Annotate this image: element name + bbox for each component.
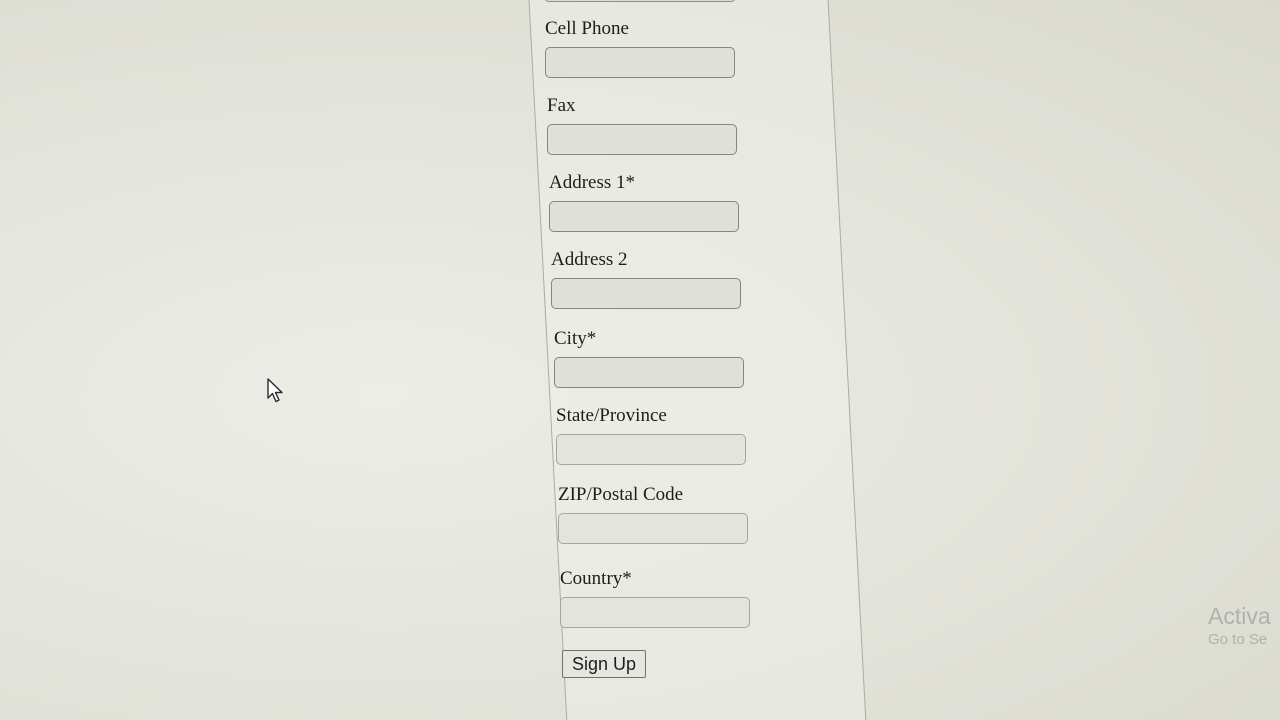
country-field: Country* (560, 568, 750, 628)
fax-input[interactable] (547, 124, 737, 155)
cell-phone-label: Cell Phone (545, 18, 629, 39)
address-1-label: Address 1* (549, 172, 636, 193)
city-input[interactable] (554, 357, 744, 388)
address-2-label: Address 2 (551, 249, 628, 270)
city-field: City* (554, 328, 744, 388)
zip-postal-code-field: ZIP/Postal Code (558, 484, 748, 544)
address-1-input[interactable] (549, 201, 739, 232)
zip-postal-code-label: ZIP/Postal Code (558, 484, 684, 505)
activate-windows-watermark: Activa Go to Se (1208, 602, 1271, 650)
address-2-input[interactable] (551, 278, 741, 309)
country-label: Country* (560, 568, 632, 589)
fax-label: Fax (547, 95, 576, 116)
address-1-field: Address 1* (549, 172, 739, 232)
previous-field-input-edge[interactable] (544, 0, 736, 2)
city-label: City* (554, 328, 597, 349)
sign-up-button[interactable]: Sign Up (562, 650, 647, 678)
country-input[interactable] (560, 597, 750, 628)
watermark-title: Activa (1208, 603, 1271, 629)
watermark-subtitle: Go to Se (1208, 631, 1268, 648)
state-province-field: State/Province (556, 405, 746, 465)
cell-phone-input[interactable] (545, 47, 735, 78)
state-province-label: State/Province (556, 405, 667, 426)
state-province-input[interactable] (556, 434, 746, 465)
mouse-pointer-icon (267, 378, 283, 403)
cell-phone-field: Cell Phone (545, 18, 735, 78)
zip-postal-code-input[interactable] (558, 513, 748, 544)
address-2-field: Address 2 (551, 249, 741, 309)
fax-field: Fax (547, 95, 737, 155)
